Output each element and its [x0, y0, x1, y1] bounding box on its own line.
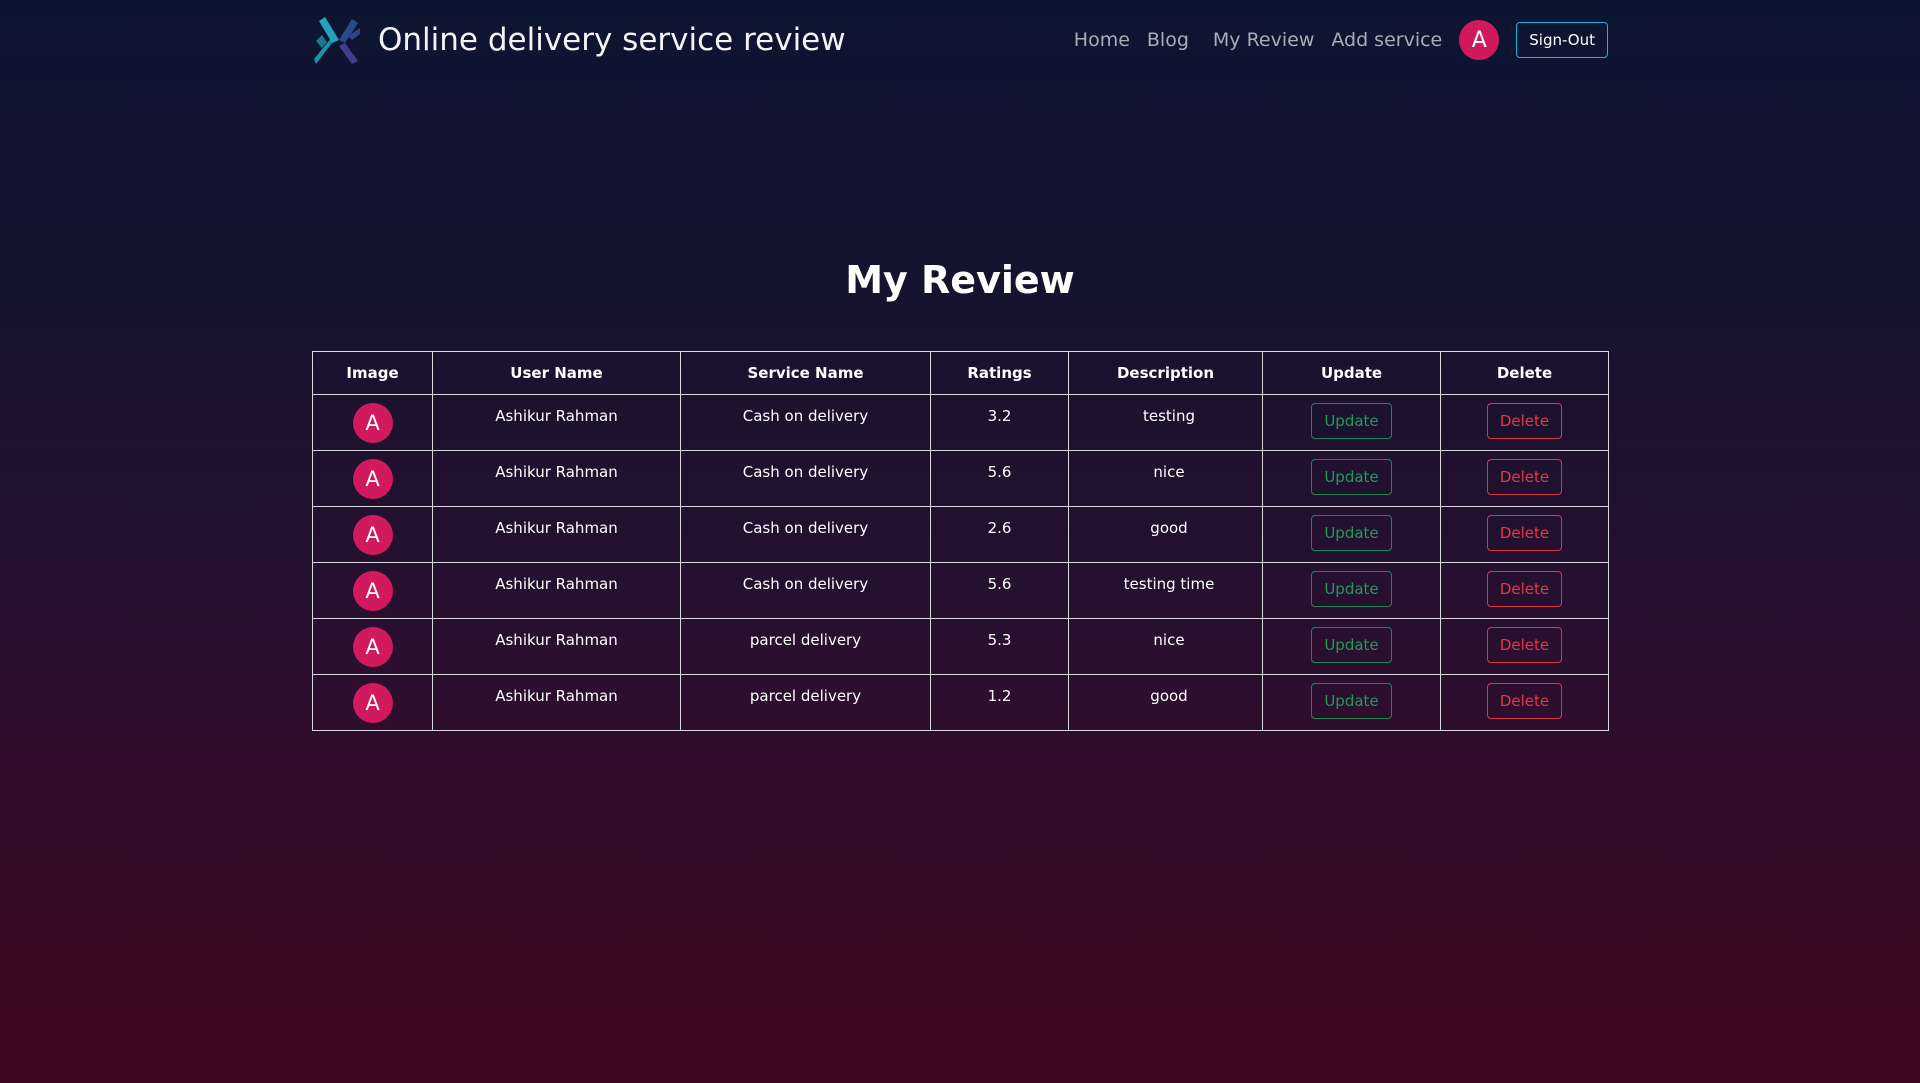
image-cell: A — [312, 506, 433, 563]
update-button[interactable]: Update — [1311, 627, 1392, 663]
delete-button[interactable]: Delete — [1486, 515, 1563, 551]
delete-button[interactable]: Delete — [1486, 459, 1563, 495]
delete-cell: Delete — [1440, 394, 1609, 451]
nav-link-my-review[interactable]: My Review — [1213, 29, 1314, 51]
table-row: A Ashikur Rahman Cash on delivery 5.6 ni… — [312, 450, 1609, 507]
description-cell: testing — [1068, 394, 1263, 451]
nav-links: Home Blog My Review Add service A Sign-O… — [1074, 20, 1608, 60]
update-button[interactable]: Update — [1311, 515, 1392, 551]
table-row: A Ashikur Rahman parcel delivery 5.3 nic… — [312, 618, 1609, 675]
service-name-cell: Cash on delivery — [680, 562, 931, 619]
service-name-cell: Cash on delivery — [680, 506, 931, 563]
service-name-cell: Cash on delivery — [680, 450, 931, 507]
description-cell: nice — [1068, 618, 1263, 675]
update-cell: Update — [1262, 450, 1441, 507]
delete-button[interactable]: Delete — [1486, 571, 1563, 607]
column-header-description: Description — [1068, 351, 1263, 395]
nav-link-blog[interactable]: Blog — [1147, 29, 1189, 51]
update-button[interactable]: Update — [1311, 459, 1392, 495]
row-avatar: A — [352, 571, 393, 611]
column-header-user-name: User Name — [432, 351, 681, 395]
delete-cell: Delete — [1440, 618, 1609, 675]
page-title: My Review — [845, 258, 1075, 302]
table-row: A Ashikur Rahman Cash on delivery 2.6 go… — [312, 506, 1609, 563]
delete-cell: Delete — [1440, 450, 1609, 507]
service-name-cell: Cash on delivery — [680, 394, 931, 451]
table-row: A Ashikur Rahman parcel delivery 1.2 goo… — [312, 674, 1609, 731]
row-avatar: A — [352, 515, 393, 555]
user-name-cell: Ashikur Rahman — [432, 506, 681, 563]
user-name-cell: Ashikur Rahman — [432, 450, 681, 507]
user-name-cell: Ashikur Rahman — [432, 674, 681, 731]
row-avatar: A — [352, 403, 393, 443]
nav-link-add-service[interactable]: Add service — [1331, 29, 1442, 51]
rating-cell: 5.6 — [930, 450, 1069, 507]
column-header-update: Update — [1262, 351, 1441, 395]
row-avatar: A — [352, 459, 393, 499]
column-header-ratings: Ratings — [930, 351, 1069, 395]
row-avatar: A — [352, 683, 393, 723]
image-cell: A — [312, 674, 433, 731]
user-name-cell: Ashikur Rahman — [432, 394, 681, 451]
update-cell: Update — [1262, 562, 1441, 619]
delete-cell: Delete — [1440, 562, 1609, 619]
row-avatar: A — [352, 627, 393, 667]
description-cell: good — [1068, 506, 1263, 563]
reviews-table: Image User Name Service Name Ratings Des… — [312, 351, 1609, 731]
update-button[interactable]: Update — [1311, 571, 1392, 607]
rating-cell: 2.6 — [930, 506, 1069, 563]
column-header-image: Image — [312, 351, 433, 395]
navbar: Online delivery service review Home Blog… — [312, 14, 1608, 66]
description-cell: nice — [1068, 450, 1263, 507]
rating-cell: 3.2 — [930, 394, 1069, 451]
description-cell: testing time — [1068, 562, 1263, 619]
update-button[interactable]: Update — [1311, 683, 1392, 719]
image-cell: A — [312, 618, 433, 675]
image-cell: A — [312, 394, 433, 451]
update-button[interactable]: Update — [1311, 403, 1392, 439]
description-cell: good — [1068, 674, 1263, 731]
nav-link-home[interactable]: Home — [1074, 29, 1130, 51]
delete-button[interactable]: Delete — [1486, 403, 1563, 439]
delete-cell: Delete — [1440, 506, 1609, 563]
update-cell: Update — [1262, 674, 1441, 731]
brand-logo-icon — [314, 17, 360, 64]
table-row: A Ashikur Rahman Cash on delivery 3.2 te… — [312, 394, 1609, 451]
image-cell: A — [312, 450, 433, 507]
image-cell: A — [312, 562, 433, 619]
brand-title: Online delivery service review — [378, 22, 846, 58]
user-name-cell: Ashikur Rahman — [432, 562, 681, 619]
delete-button[interactable]: Delete — [1486, 627, 1563, 663]
table-row: A Ashikur Rahman Cash on delivery 5.6 te… — [312, 562, 1609, 619]
rating-cell: 5.6 — [930, 562, 1069, 619]
column-header-delete: Delete — [1440, 351, 1609, 395]
user-avatar[interactable]: A — [1459, 20, 1500, 60]
update-cell: Update — [1262, 618, 1441, 675]
brand[interactable]: Online delivery service review — [312, 15, 846, 65]
rating-cell: 1.2 — [930, 674, 1069, 731]
service-name-cell: parcel delivery — [680, 618, 931, 675]
table-header-row: Image User Name Service Name Ratings Des… — [312, 351, 1609, 395]
sign-out-button[interactable]: Sign-Out — [1516, 22, 1608, 58]
delete-button[interactable]: Delete — [1486, 683, 1563, 719]
update-cell: Update — [1262, 394, 1441, 451]
service-name-cell: parcel delivery — [680, 674, 931, 731]
user-name-cell: Ashikur Rahman — [432, 618, 681, 675]
column-header-service-name: Service Name — [680, 351, 931, 395]
update-cell: Update — [1262, 506, 1441, 563]
rating-cell: 5.3 — [930, 618, 1069, 675]
delete-cell: Delete — [1440, 674, 1609, 731]
